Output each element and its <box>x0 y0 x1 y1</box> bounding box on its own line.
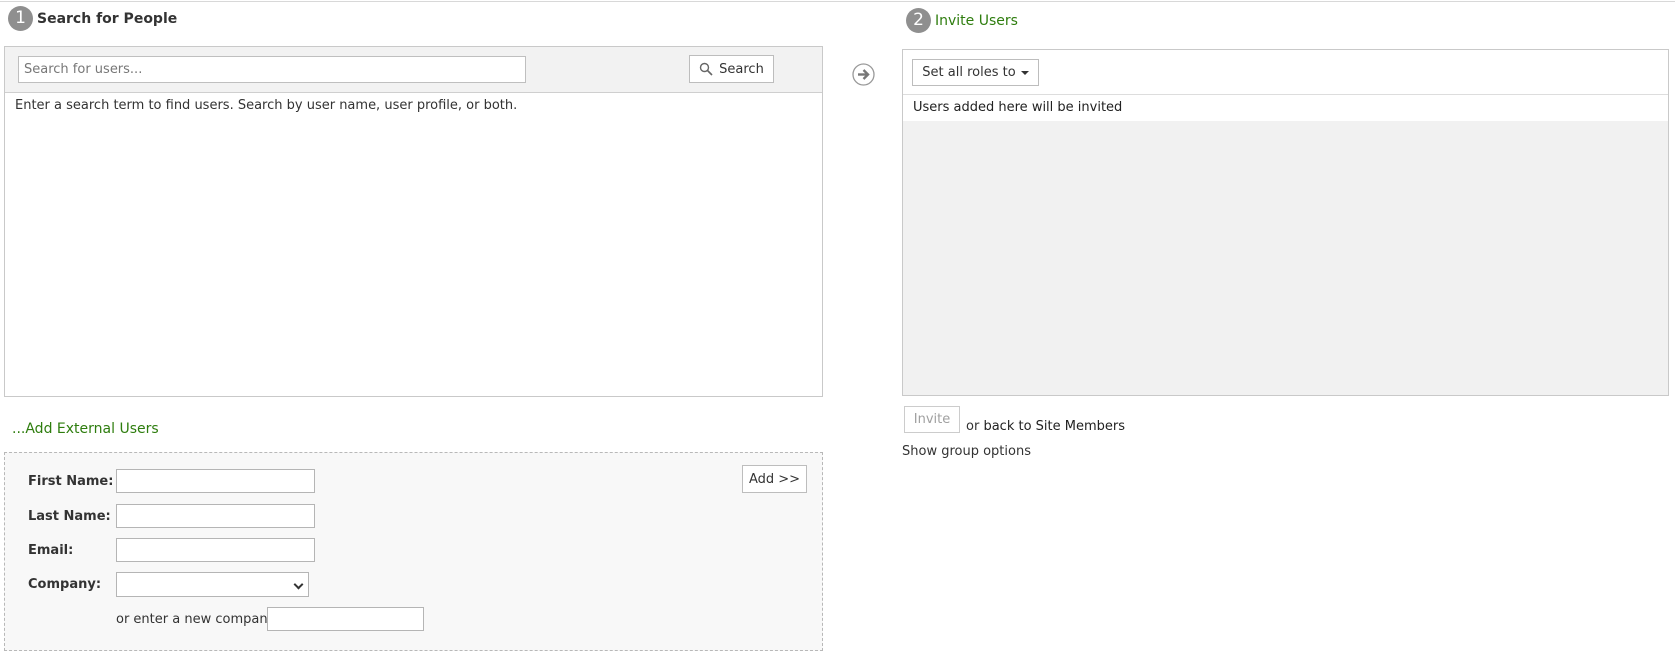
add-external-users-title: ...Add External Users <box>12 421 159 437</box>
search-toolbar: Search <box>5 47 822 93</box>
step-number-badge: 2 <box>906 8 931 33</box>
company-label: Company: <box>28 577 102 592</box>
invite-panel: Set all roles to Users added here will b… <box>902 49 1669 396</box>
search-button[interactable]: Search <box>689 55 774 83</box>
arrow-right-circle-icon <box>852 63 875 86</box>
first-name-field[interactable] <box>116 469 315 493</box>
last-name-label: Last Name: <box>28 509 111 524</box>
external-users-form: First Name: Last Name: Email: Company: o… <box>4 452 823 651</box>
chevron-down-icon <box>293 579 304 590</box>
or-text: or <box>966 419 980 434</box>
invite-button[interactable]: Invite <box>904 406 960 433</box>
search-section-title: Search for People <box>37 10 178 27</box>
top-divider <box>0 1 1675 2</box>
back-to-site-members-link[interactable]: back to Site Members <box>983 419 1125 434</box>
new-company-label: or enter a new company <box>116 612 276 627</box>
new-company-field[interactable] <box>267 607 424 631</box>
first-name-label: First Name: <box>28 474 114 489</box>
set-all-roles-label: Set all roles to <box>922 65 1016 80</box>
company-select[interactable] <box>116 572 309 597</box>
email-label: Email: <box>28 543 74 558</box>
add-button[interactable]: Add >> <box>742 465 807 493</box>
show-group-options-link[interactable]: Show group options <box>902 444 1031 459</box>
last-name-field[interactable] <box>116 504 315 528</box>
step2-header: 2 Invite Users <box>906 8 1018 33</box>
search-panel: Search Enter a search term to find users… <box>4 46 823 397</box>
search-button-label: Search <box>719 61 764 77</box>
back-line: or back to Site Members <box>966 419 1125 434</box>
email-field[interactable] <box>116 538 315 562</box>
search-hint-text: Enter a search term to find users. Searc… <box>15 98 518 113</box>
invite-empty-message: Users added here will be invited <box>903 95 1668 121</box>
invite-section-title: Invite Users <box>935 12 1018 29</box>
step1-header: 1 Search for People <box>8 6 177 31</box>
set-all-roles-dropdown[interactable]: Set all roles to <box>912 59 1039 86</box>
search-icon <box>699 62 713 76</box>
search-input[interactable] <box>18 56 526 83</box>
step-number-badge: 1 <box>8 6 33 31</box>
caret-down-icon <box>1020 70 1029 75</box>
invite-toolbar: Set all roles to <box>903 50 1668 95</box>
